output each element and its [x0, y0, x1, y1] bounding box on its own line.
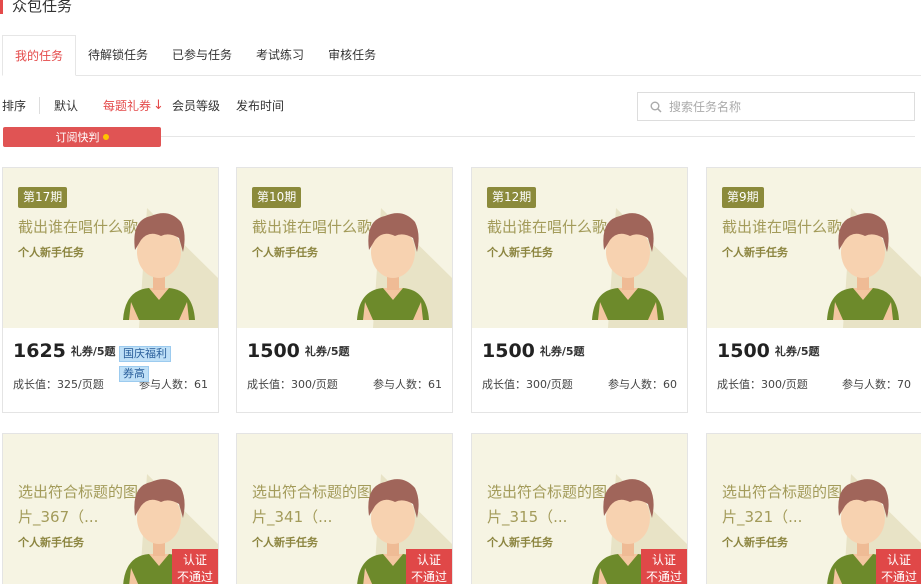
task-card-body: 1500 礼券/5题 成长值：300/页题 参与人数：61 [237, 328, 452, 392]
sort-default[interactable]: 默认 [54, 97, 78, 114]
page-title: 众包任务 [12, 0, 73, 15]
notification-dot-icon [102, 134, 109, 140]
status-badge-line1: 认证 [651, 553, 676, 567]
participant-count: 参与人数：70 [842, 378, 911, 391]
growth-value: 成长值：325/页题 [13, 378, 104, 391]
status-badge: 认证 不通过 [406, 549, 452, 584]
tab-locked-tasks[interactable]: 待解锁任务 [76, 35, 160, 76]
status-badge: 认证 不通过 [172, 549, 218, 584]
status-badge-line2: 不通过 [410, 570, 447, 584]
page-header: 众包任务 [0, 0, 72, 16]
task-card[interactable]: 第12期 截出谁在唱什么歌 个人新手任务 1500 礼券/5题 成长值：300/… [471, 167, 688, 413]
task-card-cover: 第17期 截出谁在唱什么歌 个人新手任务 [3, 168, 218, 328]
task-type: 个人新手任务 [722, 536, 788, 549]
avatar-illustration-icon [357, 208, 452, 328]
status-badge: 认证 不通过 [876, 549, 921, 584]
status-badge-line2: 不通过 [176, 570, 213, 584]
task-card-cover: 第10期 截出谁在唱什么歌 个人新手任务 [237, 168, 452, 328]
task-type: 个人新手任务 [252, 246, 318, 259]
coupon-price: 1625 [13, 340, 66, 362]
task-card[interactable]: 第17期 截出谁在唱什么歌 个人新手任务 1625 礼券/5题 成长值：325/… [2, 167, 219, 413]
tab-my-tasks[interactable]: 我的任务 [2, 35, 77, 76]
avatar-illustration-icon [592, 208, 687, 328]
page: 众包任务 我的任务 待解锁任务 已参与任务 考试练习 审核任务 排序 默认 每题… [0, 0, 921, 584]
task-card-cover: 选出符合标题的图 片_315（... 个人新手任务 认证 不通过 [472, 434, 687, 584]
participant-count: 参与人数：60 [608, 378, 677, 391]
participant-count: 参与人数：61 [373, 378, 442, 391]
status-badge: 认证 不通过 [641, 549, 687, 584]
coupon-unit: 礼券/5题 [304, 345, 350, 358]
task-card-body: 1500 礼券/5题 成长值：300/页题 参与人数：60 [472, 328, 687, 392]
task-card[interactable]: 选出符合标题的图 片_315（... 个人新手任务 认证 不通过 [471, 433, 688, 584]
task-card[interactable]: 选出符合标题的图 片_321（... 个人新手任务 认证 不通过 [706, 433, 921, 584]
status-badge-line2: 不通过 [645, 570, 682, 584]
divider [161, 136, 915, 137]
avatar-illustration-icon [827, 208, 921, 328]
tag-high-coupon: 券高 [119, 366, 149, 382]
tag-list: 国庆福利 券高 [119, 346, 171, 382]
task-card[interactable]: 第9期 截出谁在唱什么歌 个人新手任务 1500 礼券/5题 成长值：300/页… [706, 167, 921, 413]
status-badge-line1: 认证 [886, 553, 911, 567]
task-card-body: 1625 礼券/5题 成长值：325/页题 参与人数：61 [3, 328, 218, 392]
search-icon [650, 101, 662, 113]
status-badge-line1: 认证 [182, 553, 207, 567]
subscribe-label: 订阅快判 [55, 131, 100, 144]
status-badge-line2: 不通过 [880, 570, 917, 584]
tag-national-day-welfare: 国庆福利 [119, 346, 171, 362]
search-box[interactable] [637, 92, 915, 121]
task-type: 个人新手任务 [487, 536, 553, 549]
task-tabs: 我的任务 待解锁任务 已参与任务 考试练习 审核任务 [2, 35, 921, 76]
task-card[interactable]: 第10期 截出谁在唱什么歌 个人新手任务 1500 礼券/5题 成长值：300/… [236, 167, 453, 413]
task-type: 个人新手任务 [252, 536, 318, 549]
growth-value: 成长值：300/页题 [482, 378, 573, 391]
task-card[interactable]: 选出符合标题的图 片_367（... 个人新手任务 认证 不通过 [2, 433, 219, 584]
sort-label: 排序 [2, 96, 41, 114]
task-card-cover: 选出符合标题的图 片_321（... 个人新手任务 认证 不通过 [707, 434, 921, 584]
task-card-cover: 选出符合标题的图 片_341（... 个人新手任务 认证 不通过 [237, 434, 452, 584]
task-type: 个人新手任务 [722, 246, 788, 259]
task-card-cover: 选出符合标题的图 片_367（... 个人新手任务 认证 不通过 [3, 434, 218, 584]
coupon-price: 1500 [482, 340, 535, 362]
tab-joined-tasks[interactable]: 已参与任务 [160, 35, 244, 76]
task-card-cover: 第12期 截出谁在唱什么歌 个人新手任务 [472, 168, 687, 328]
coupon-unit: 礼券/5题 [774, 345, 820, 358]
sort-bar: 排序 默认 每题礼券 ↓ 会员等级 发布时间 [2, 92, 309, 118]
task-type: 个人新手任务 [487, 246, 553, 259]
sort-publish-time[interactable]: 发布时间 [236, 97, 284, 114]
coupon-price: 1500 [717, 340, 770, 362]
sort-coupon-per-question[interactable]: 每题礼券 [103, 97, 151, 114]
coupon-unit: 礼券/5题 [70, 345, 116, 358]
task-card-cover: 第9期 截出谁在唱什么歌 个人新手任务 [707, 168, 921, 328]
status-badge-line1: 认证 [416, 553, 441, 567]
sort-down-arrow-icon[interactable]: ↓ [153, 98, 164, 113]
period-badge: 第12期 [487, 187, 537, 208]
subscribe-button[interactable]: 订阅快判 [3, 127, 161, 147]
period-badge: 第9期 [722, 187, 764, 208]
sort-member-level[interactable]: 会员等级 [172, 97, 220, 114]
search-input[interactable] [669, 99, 899, 114]
task-card-body: 1500 礼券/5题 成长值：300/页题 参与人数：70 [707, 328, 921, 392]
title-accent-bar [0, 0, 3, 14]
avatar-illustration-icon [123, 208, 218, 328]
coupon-unit: 礼券/5题 [539, 345, 585, 358]
period-badge: 第10期 [252, 187, 302, 208]
period-badge: 第17期 [18, 187, 68, 208]
tab-review-tasks[interactable]: 审核任务 [316, 35, 388, 76]
task-type: 个人新手任务 [18, 536, 84, 549]
task-card[interactable]: 选出符合标题的图 片_341（... 个人新手任务 认证 不通过 [236, 433, 453, 584]
growth-value: 成长值：300/页题 [247, 378, 338, 391]
task-type: 个人新手任务 [18, 246, 84, 259]
tab-exam-practice[interactable]: 考试练习 [244, 35, 316, 76]
growth-value: 成长值：300/页题 [717, 378, 808, 391]
coupon-price: 1500 [247, 340, 300, 362]
